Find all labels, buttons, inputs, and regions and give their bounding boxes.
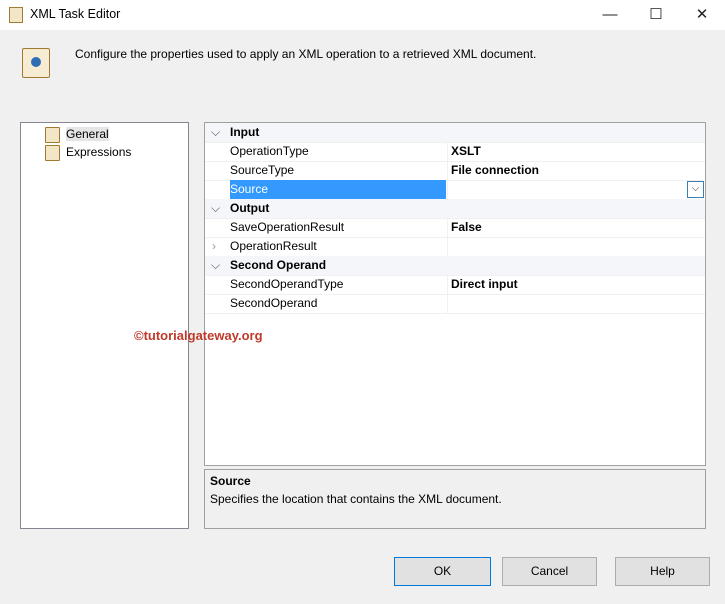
- property-row[interactable]: SecondOperand: [205, 294, 705, 314]
- property-name: SaveOperationResult: [230, 220, 345, 234]
- property-name: OperationResult: [230, 239, 317, 253]
- property-value[interactable]: Direct input: [447, 275, 709, 294]
- category-output[interactable]: ⌵ Output: [205, 199, 705, 219]
- category-label: Second Operand: [230, 258, 327, 272]
- property-value[interactable]: [447, 237, 709, 256]
- property-row[interactable]: SecondOperandType Direct input: [205, 275, 705, 295]
- nav-tree: General Expressions: [20, 122, 189, 529]
- property-value[interactable]: [447, 294, 709, 313]
- property-name: Source: [230, 180, 446, 199]
- property-row[interactable]: SourceType File connection: [205, 161, 705, 181]
- chevron-right-icon[interactable]: ›: [212, 237, 216, 256]
- help-button[interactable]: Help: [615, 557, 710, 586]
- property-row[interactable]: OperationType XSLT: [205, 142, 705, 162]
- category-second-operand[interactable]: ⌵ Second Operand: [205, 256, 705, 276]
- category-label: Input: [230, 125, 260, 139]
- xml-task-icon: [9, 7, 23, 23]
- chevron-down-icon[interactable]: ⌵: [211, 256, 220, 275]
- minimize-button[interactable]: —: [587, 0, 633, 30]
- chevron-down-icon[interactable]: ⌵: [211, 199, 220, 218]
- property-value[interactable]: File connection: [447, 161, 709, 180]
- watermark: ©tutorialgateway.org: [134, 328, 263, 343]
- nav-label: Expressions: [66, 145, 132, 159]
- help-text: Specifies the location that contains the…: [210, 492, 502, 506]
- property-row[interactable]: › OperationResult: [205, 237, 705, 257]
- help-title: Source: [210, 474, 251, 488]
- description: Configure the properties used to apply a…: [75, 47, 537, 61]
- nav-item-general[interactable]: General: [45, 126, 109, 143]
- property-row-selected[interactable]: Source ⌵: [205, 180, 705, 200]
- property-name: SecondOperandType: [230, 277, 344, 291]
- property-value[interactable]: XSLT: [447, 142, 709, 161]
- window-title: XML Task Editor: [30, 7, 121, 21]
- property-name: OperationType: [230, 144, 309, 158]
- xml-task-large-icon: [22, 48, 50, 78]
- nav-item-expressions[interactable]: Expressions: [45, 144, 132, 161]
- nav-label: General: [66, 127, 109, 141]
- property-row[interactable]: SaveOperationResult False: [205, 218, 705, 238]
- help-panel: Source Specifies the location that conta…: [204, 469, 706, 529]
- category-input[interactable]: ⌵ Input: [205, 123, 705, 143]
- title-bar: XML Task Editor — ☐ ✕: [0, 0, 725, 30]
- dropdown-button[interactable]: ⌵: [687, 181, 704, 198]
- category-label: Output: [230, 201, 270, 215]
- chevron-down-icon[interactable]: ⌵: [211, 123, 220, 142]
- maximize-button[interactable]: ☐: [633, 0, 679, 30]
- property-name: SourceType: [230, 163, 295, 177]
- page-icon: [45, 126, 60, 143]
- property-grid: ⌵ Input OperationType XSLT SourceType File …: [204, 122, 706, 466]
- close-button[interactable]: ✕: [679, 0, 725, 30]
- property-value[interactable]: False: [447, 218, 709, 237]
- cancel-button[interactable]: Cancel: [502, 557, 597, 586]
- ok-button[interactable]: OK: [394, 557, 491, 586]
- page-icon: [45, 144, 60, 161]
- property-value[interactable]: [447, 180, 709, 199]
- property-name: SecondOperand: [230, 296, 318, 310]
